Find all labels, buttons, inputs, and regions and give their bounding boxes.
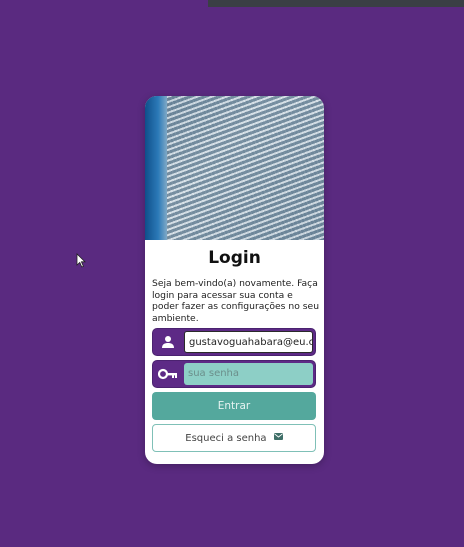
submit-button[interactable]: Entrar [152, 392, 316, 420]
mouse-cursor-icon [76, 253, 86, 272]
login-card: Login Seja bem-vindo(a) novamente. Faça … [145, 96, 324, 464]
page-title: Login [208, 248, 261, 268]
forgot-password-button[interactable]: Esqueci a senha [152, 424, 316, 452]
hero-image [145, 96, 324, 240]
login-description: Seja bem-vindo(a) novamente. Faça login … [152, 278, 320, 324]
mail-icon [273, 425, 283, 451]
hero-building-edge [145, 96, 167, 240]
forgot-password-label: Esqueci a senha [185, 433, 267, 444]
key-icon [153, 361, 183, 387]
hero-building-facade [167, 96, 324, 240]
user-icon [153, 329, 183, 355]
email-input[interactable]: gustavoguahabara@eu.com [184, 331, 313, 353]
email-field-group: gustavoguahabara@eu.com [152, 328, 316, 356]
password-input[interactable]: sua senha [184, 363, 313, 385]
password-field-group: sua senha [152, 360, 316, 388]
top-window-bar [208, 0, 464, 7]
